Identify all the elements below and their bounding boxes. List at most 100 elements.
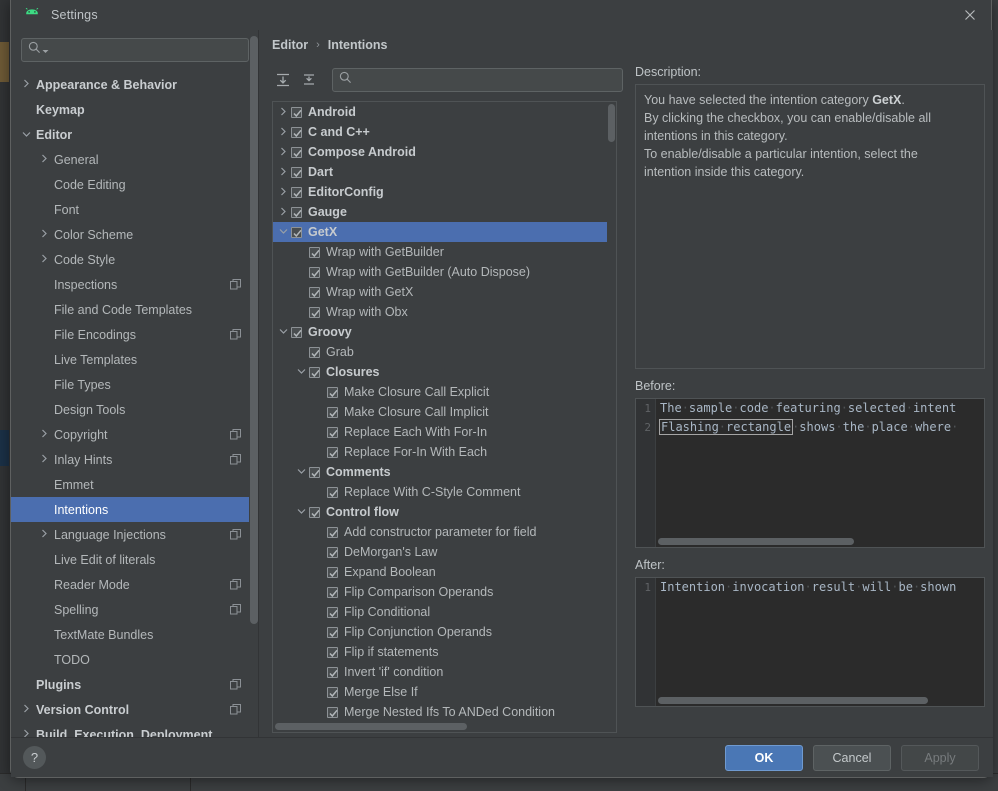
intention-tree-row[interactable]: Comments xyxy=(273,462,616,482)
intention-checkbox[interactable] xyxy=(309,366,320,378)
copy-settings-icon[interactable] xyxy=(230,704,241,718)
chevron-right-icon[interactable] xyxy=(19,79,33,90)
sidebar-item-copyright[interactable]: Copyright xyxy=(11,422,259,447)
chevron-down-icon[interactable] xyxy=(42,41,49,59)
chevron-right-icon[interactable] xyxy=(275,167,291,178)
intention-tree-row[interactable]: DeMorgan's Law xyxy=(273,542,616,562)
sidebar-item-editor[interactable]: Editor xyxy=(11,122,259,147)
intention-checkbox[interactable] xyxy=(309,286,320,298)
sidebar-item-inlay-hints[interactable]: Inlay Hints xyxy=(11,447,259,472)
copy-settings-icon[interactable] xyxy=(230,329,241,343)
chevron-right-icon[interactable] xyxy=(275,147,291,158)
copy-settings-icon[interactable] xyxy=(230,529,241,543)
sidebar-item-spelling[interactable]: Spelling xyxy=(11,597,259,622)
sidebar-item-language-injections[interactable]: Language Injections xyxy=(11,522,259,547)
chevron-right-icon[interactable] xyxy=(37,454,51,465)
intentions-scrollbar-thumb[interactable] xyxy=(608,104,615,142)
chevron-down-icon[interactable] xyxy=(275,327,291,337)
sidebar-item-file-encodings[interactable]: File Encodings xyxy=(11,322,259,347)
intention-tree-row[interactable]: Replace With C-Style Comment xyxy=(273,482,616,502)
intention-tree-row[interactable]: Flip Conditional xyxy=(273,602,616,622)
intention-checkbox[interactable] xyxy=(327,406,338,418)
intention-checkbox[interactable] xyxy=(327,666,338,678)
after-hscrollbar-thumb[interactable] xyxy=(658,697,928,704)
copy-settings-icon[interactable] xyxy=(230,579,241,593)
expand-all-icon[interactable] xyxy=(272,69,294,91)
intention-tree-row[interactable]: Grab xyxy=(273,342,616,362)
chevron-right-icon[interactable] xyxy=(37,254,51,265)
intention-checkbox[interactable] xyxy=(309,346,320,358)
chevron-right-icon[interactable] xyxy=(37,154,51,165)
intention-tree-row[interactable]: Android xyxy=(273,102,616,122)
chevron-right-icon[interactable] xyxy=(275,207,291,218)
intention-checkbox[interactable] xyxy=(309,266,320,278)
intention-tree-row[interactable]: Control flow xyxy=(273,502,616,522)
intentions-tree[interactable]: Android C and C++ Compose Android Dart Edito… xyxy=(273,102,616,722)
intention-checkbox[interactable] xyxy=(291,146,302,158)
intention-tree-row[interactable]: Flip Comparison Operands xyxy=(273,582,616,602)
intention-tree-row[interactable]: Expand Boolean xyxy=(273,562,616,582)
cancel-button[interactable]: Cancel xyxy=(813,745,891,771)
intention-checkbox[interactable] xyxy=(327,526,338,538)
chevron-down-icon[interactable] xyxy=(275,227,291,237)
sidebar-item-color-scheme[interactable]: Color Scheme xyxy=(11,222,259,247)
intention-tree-row[interactable]: Wrap with GetX xyxy=(273,282,616,302)
chevron-right-icon[interactable] xyxy=(275,187,291,198)
intention-checkbox[interactable] xyxy=(327,546,338,558)
chevron-right-icon[interactable] xyxy=(37,429,51,440)
intention-checkbox[interactable] xyxy=(327,486,338,498)
intention-tree-row[interactable]: Dart xyxy=(273,162,616,182)
sidebar-item-emmet[interactable]: Emmet xyxy=(11,472,259,497)
chevron-right-icon[interactable] xyxy=(275,127,291,138)
intention-tree-row[interactable]: Compose Android xyxy=(273,142,616,162)
breadcrumb-parent[interactable]: Editor xyxy=(272,38,308,52)
intention-checkbox[interactable] xyxy=(291,186,302,198)
chevron-right-icon[interactable] xyxy=(275,107,291,118)
intention-tree-row[interactable]: Wrap with Obx xyxy=(273,302,616,322)
intention-tree-row[interactable]: GetX xyxy=(273,222,616,242)
intention-checkbox[interactable] xyxy=(327,386,338,398)
copy-settings-icon[interactable] xyxy=(230,454,241,468)
copy-settings-icon[interactable] xyxy=(230,604,241,618)
sidebar-item-intentions[interactable]: Intentions xyxy=(11,497,259,522)
before-hscrollbar-thumb[interactable] xyxy=(658,538,854,545)
sidebar-item-build-execution-deployment[interactable]: Build, Execution, Deployment xyxy=(11,722,259,738)
intentions-search-box[interactable] xyxy=(332,68,623,92)
intention-checkbox[interactable] xyxy=(327,706,338,718)
sidebar-search-input[interactable] xyxy=(53,43,242,57)
intention-tree-row[interactable]: Add constructor parameter for field xyxy=(273,522,616,542)
intention-checkbox[interactable] xyxy=(309,306,320,318)
sidebar-item-code-style[interactable]: Code Style xyxy=(11,247,259,272)
intention-tree-row[interactable]: Make Closure Call Implicit xyxy=(273,402,616,422)
intention-tree-row[interactable]: Make Closure Call Explicit xyxy=(273,382,616,402)
intention-checkbox[interactable] xyxy=(327,606,338,618)
intention-checkbox[interactable] xyxy=(327,686,338,698)
chevron-down-icon[interactable] xyxy=(19,130,33,140)
after-code-box[interactable]: 1 Intention·invocation·result·will·be·sh… xyxy=(635,577,985,707)
sidebar-item-reader-mode[interactable]: Reader Mode xyxy=(11,572,259,597)
sidebar-item-version-control[interactable]: Version Control xyxy=(11,697,259,722)
intention-tree-row[interactable]: Flip Conjunction Operands xyxy=(273,622,616,642)
sidebar-item-live-edit-of-literals[interactable]: Live Edit of literals xyxy=(11,547,259,572)
intention-checkbox[interactable] xyxy=(327,446,338,458)
intention-checkbox[interactable] xyxy=(327,566,338,578)
intention-checkbox[interactable] xyxy=(291,106,302,118)
intention-checkbox[interactable] xyxy=(327,586,338,598)
intention-checkbox[interactable] xyxy=(309,466,320,478)
intention-tree-row[interactable]: C and C++ xyxy=(273,122,616,142)
copy-settings-icon[interactable] xyxy=(230,679,241,693)
intention-checkbox[interactable] xyxy=(327,646,338,658)
intention-tree-row[interactable]: Flip if statements xyxy=(273,642,616,662)
ok-button[interactable]: OK xyxy=(725,745,803,771)
intention-tree-row[interactable]: Wrap with GetBuilder (Auto Dispose) xyxy=(273,262,616,282)
intentions-hscrollbar-thumb[interactable] xyxy=(275,723,467,730)
close-icon[interactable] xyxy=(959,5,981,25)
sidebar-scrollbar-thumb[interactable] xyxy=(250,36,258,624)
sidebar-item-file-types[interactable]: File Types xyxy=(11,372,259,397)
intention-tree-row[interactable]: Invert 'if' condition xyxy=(273,662,616,682)
intention-checkbox[interactable] xyxy=(291,326,302,338)
intention-checkbox[interactable] xyxy=(291,166,302,178)
chevron-right-icon[interactable] xyxy=(19,704,33,715)
sidebar-item-textmate-bundles[interactable]: TextMate Bundles xyxy=(11,622,259,647)
sidebar-item-appearance-behavior[interactable]: Appearance & Behavior xyxy=(11,72,259,97)
